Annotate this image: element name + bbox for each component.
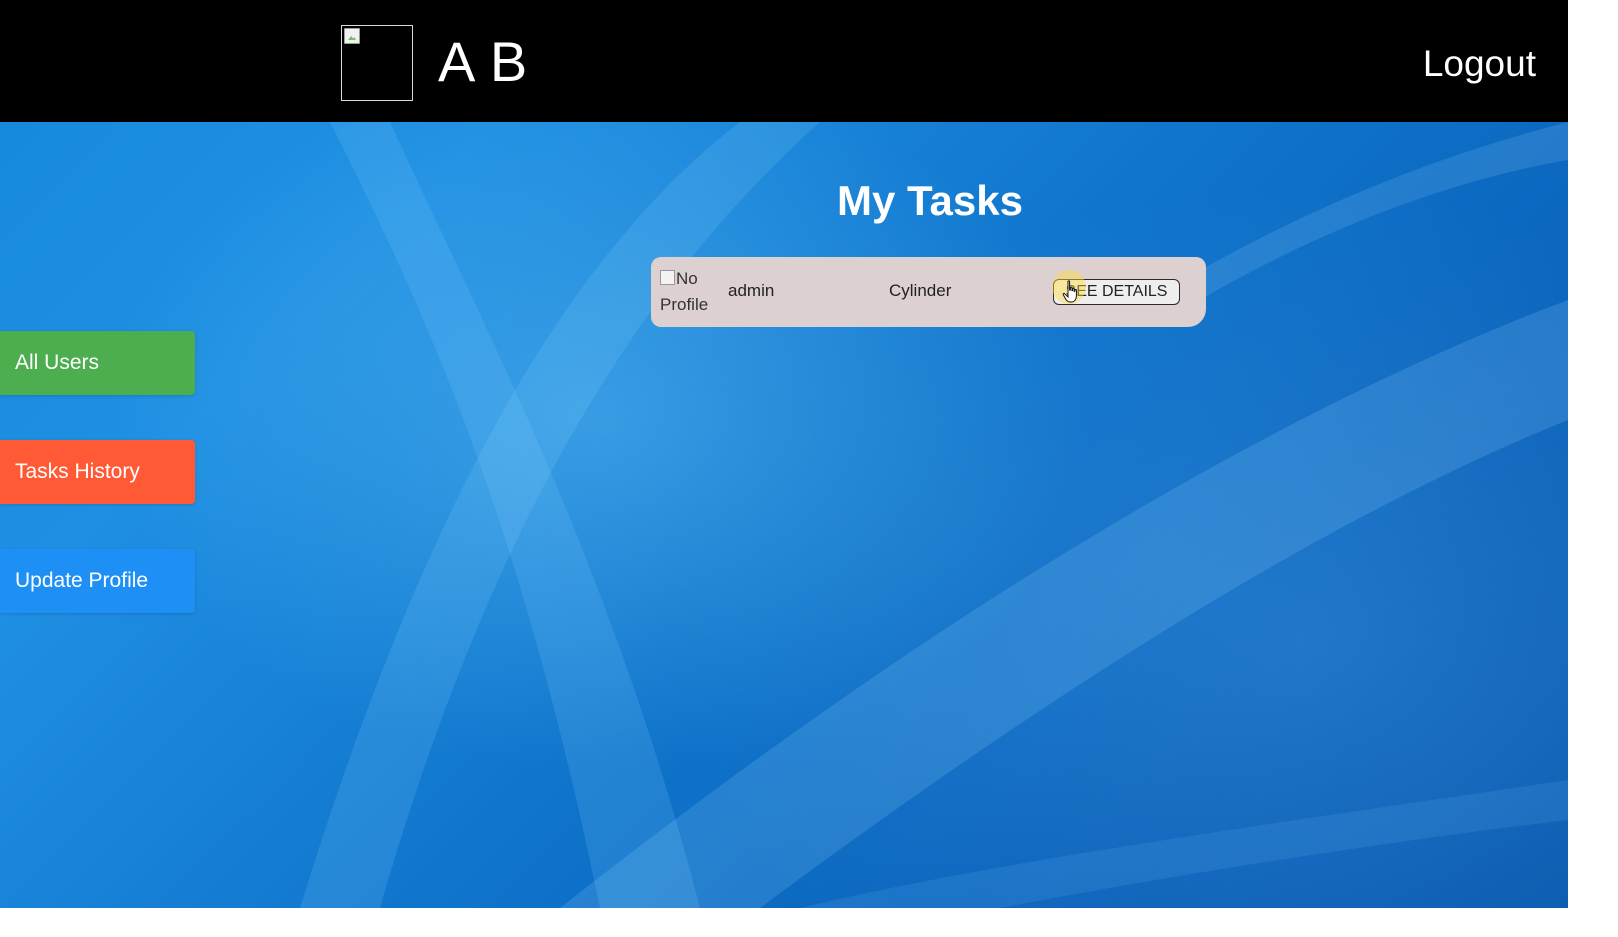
task-card: No Profile admin Cylinder SEE DETAILS xyxy=(651,257,1206,327)
avatar-alt-text: Profile xyxy=(660,295,709,314)
broken-image-icon xyxy=(344,28,360,44)
task-name: Cylinder xyxy=(889,281,952,300)
task-user: admin xyxy=(728,281,775,300)
tasks-history-button[interactable]: Tasks History xyxy=(0,440,195,504)
logo-image xyxy=(341,25,413,101)
page-title: My Tasks xyxy=(837,177,1023,224)
avatar: No Profile xyxy=(660,266,718,318)
update-profile-button[interactable]: Update Profile xyxy=(0,549,195,613)
background-swoosh-decoration xyxy=(300,122,1568,908)
app-background: A B Logout My Tasks All Users Tasks Hist… xyxy=(0,0,1568,908)
all-users-button[interactable]: All Users xyxy=(0,331,195,395)
broken-image-icon xyxy=(660,270,675,285)
logout-link[interactable]: Logout xyxy=(1423,42,1536,86)
brand-title: A B xyxy=(438,30,529,93)
see-details-button[interactable]: SEE DETAILS xyxy=(1053,279,1180,305)
avatar-alt-text: No xyxy=(676,269,698,288)
top-header: A B Logout xyxy=(0,0,1568,122)
